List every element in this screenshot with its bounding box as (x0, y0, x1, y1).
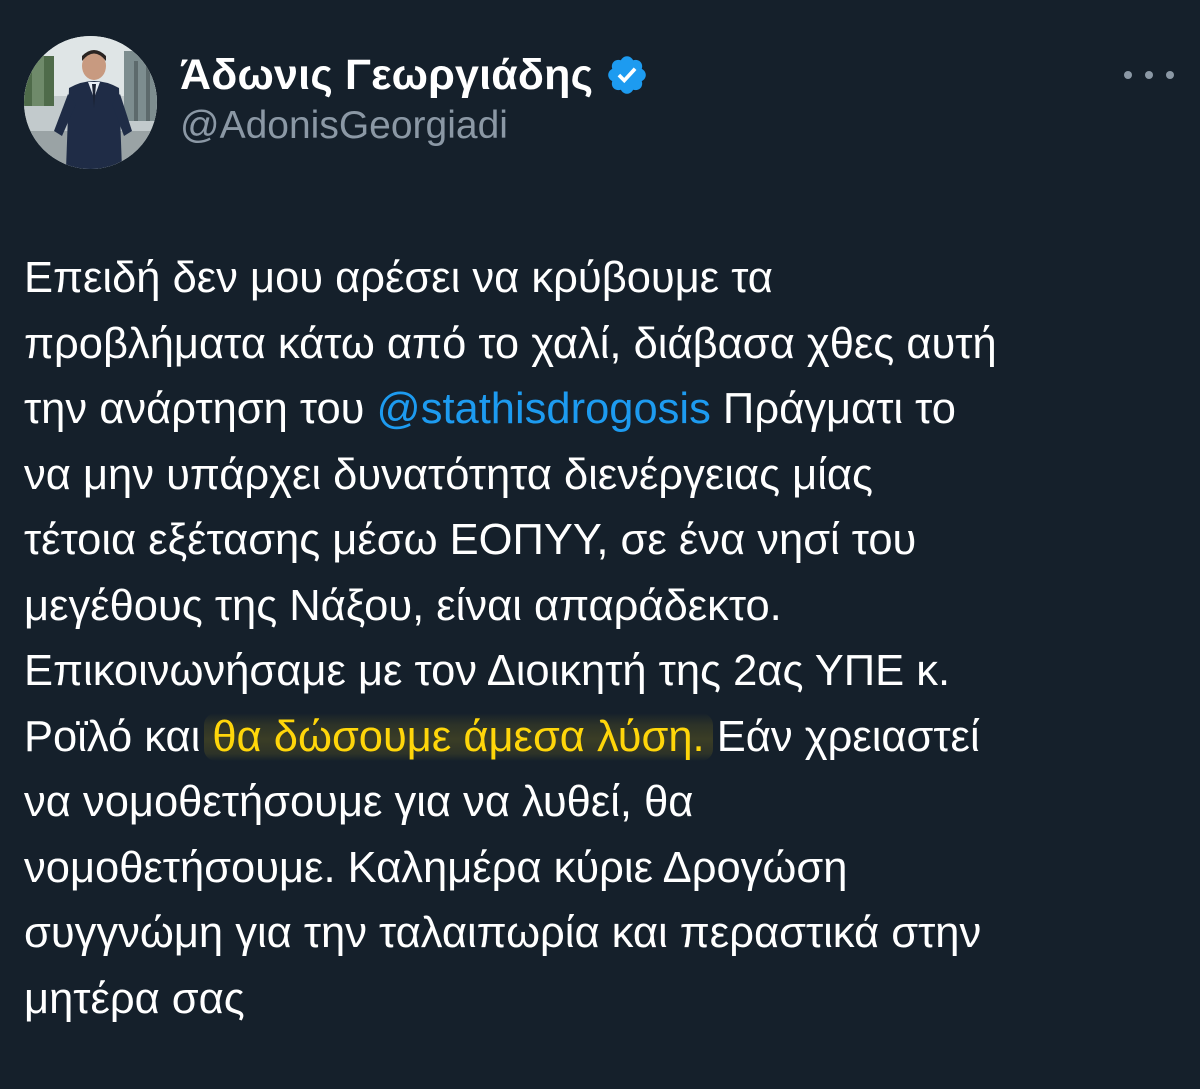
more-horizontal-icon[interactable] (1124, 60, 1174, 90)
tweet-text-span: τέτοια εξέτασης μέσω ΕΟΠΥΥ, σε ένα νησί … (24, 516, 917, 564)
tweet-text-line: την ανάρτηση του @stathisdrogosis Πράγμα… (24, 377, 1174, 443)
author-handle[interactable]: @AdonisGeorgiadi (180, 104, 508, 148)
verified-badge-icon (605, 53, 649, 97)
tweet-text-line: Επικοινωνήσαμε με τον Διοικητή της 2ας Υ… (24, 639, 1174, 705)
tweet-text-span: συγγνώμη για την ταλαιπωρία και περαστικ… (24, 909, 982, 957)
tweet-text-line: μεγέθους της Νάξου, είναι απαράδεκτο. (24, 574, 1174, 640)
tweet-text-line: Επειδή δεν μου αρέσει να κρύβουμε τα (24, 246, 1174, 312)
tweet-text-line: νομοθετήσουμε. Καλημέρα κύριε Δρογώση (24, 836, 1174, 902)
tweet-text: Επειδή δεν μου αρέσει να κρύβουμε τα προβ… (24, 246, 1174, 1032)
tweet-text-span: Πράγματι το (710, 385, 956, 433)
author-name-row: Άδωνις Γεωργιάδης (180, 46, 649, 104)
highlighted-text: θα δώσουμε άμεσα λύση. (204, 712, 713, 761)
tweet-text-span: Επικοινωνήσαμε με τον Διοικητή της 2ας Υ… (24, 647, 951, 695)
more-dot (1145, 71, 1153, 79)
tweet-text-span: Επειδή δεν μου αρέσει να κρύβουμε τα (24, 254, 773, 302)
tweet-text-span: την ανάρτηση του (24, 385, 377, 433)
tweet-text-line: να νομοθετήσουμε για να λυθεί, θα (24, 770, 1174, 836)
tweet-text-span: μητέρα σας (24, 974, 245, 1023)
avatar[interactable] (24, 36, 157, 169)
tweet-text-line: προβλήματα κάτω από το χαλί, διάβασα χθε… (24, 312, 1174, 378)
tweet-text-span: προβλήματα κάτω από το χαλί, διάβασα χθε… (24, 319, 997, 368)
more-dot (1166, 71, 1174, 79)
tweet-text-span: να νομοθετήσουμε για να λυθεί, θα (24, 778, 694, 826)
tweet-card: Άδωνις Γεωργιάδης @AdonisGeorgiadi Επειδ… (0, 0, 1200, 1089)
tweet-text-span: να μην υπάρχει δυνατότητα διενέργειας μί… (24, 450, 873, 499)
tweet-text-span: Εάν χρειαστεί (704, 712, 980, 761)
tweet-text-span: μεγέθους της Νάξου, είναι απαράδεκτο. (24, 581, 782, 630)
tweet-text-line: Ροϊλό και θα δώσουμε άμεσα λύση. Εάν χρε… (24, 705, 1174, 771)
tweet-text-line: συγγνώμη για την ταλαιπωρία και περαστικ… (24, 901, 1174, 967)
tweet-text-line: τέτοια εξέτασης μέσω ΕΟΠΥΥ, σε ένα νησί … (24, 508, 1174, 574)
tweet-text-span: νομοθετήσουμε. Καλημέρα κύριε Δρογώση (24, 843, 848, 892)
author-display-name[interactable]: Άδωνις Γεωργιάδης (180, 51, 593, 100)
profile-photo (24, 36, 157, 169)
tweet-text-line: να μην υπάρχει δυνατότητα διενέργειας μί… (24, 443, 1174, 509)
more-dot (1124, 71, 1132, 79)
tweet-text-line: μητέρα σας (24, 967, 1174, 1033)
mention-link[interactable]: @stathisdrogosis (377, 385, 711, 433)
tweet-text-span: Ροϊλό και (24, 712, 213, 761)
